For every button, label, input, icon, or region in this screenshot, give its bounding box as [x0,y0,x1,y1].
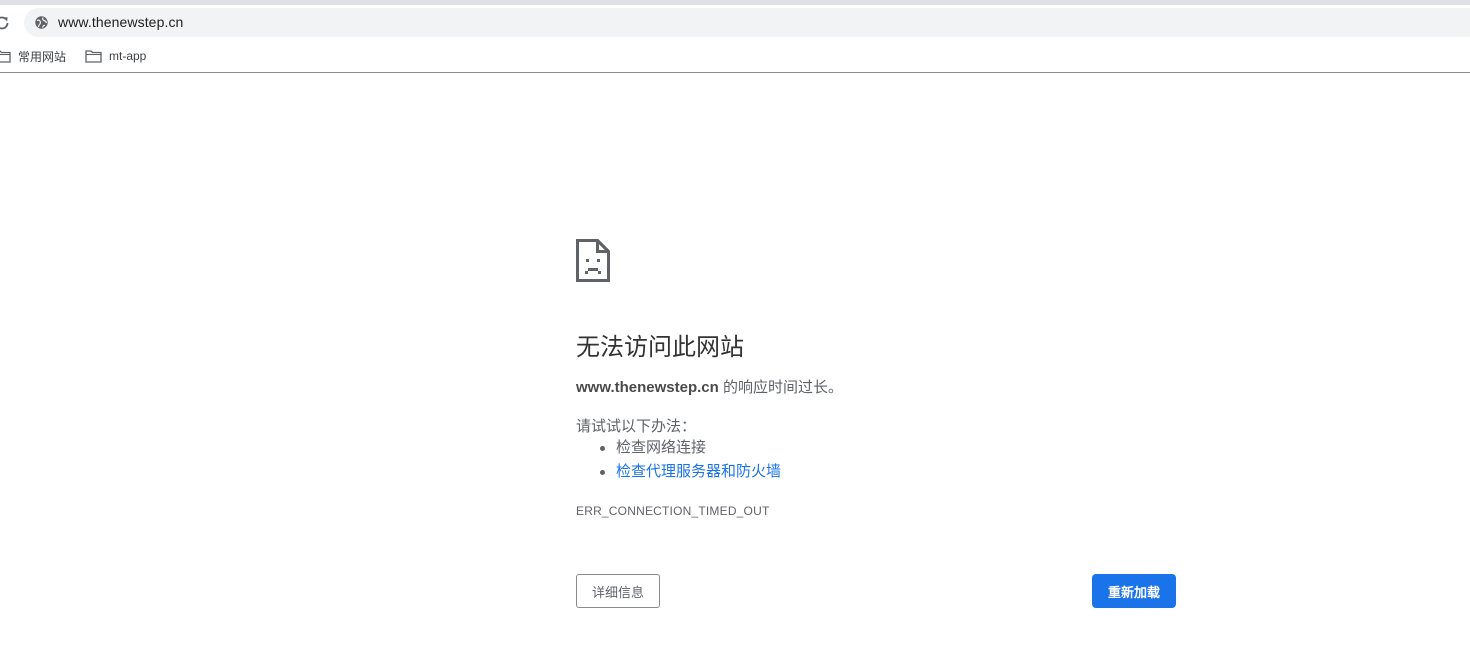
suggestion-text: 检查网络连接 [616,439,707,456]
reload-icon[interactable] [0,14,11,32]
globe-icon[interactable] [34,15,49,30]
folder-icon [0,50,11,63]
reload-button[interactable]: 重新加载 [1092,574,1176,608]
sad-page-icon [576,239,610,282]
error-code: ERR_CONNECTION_TIMED_OUT [576,504,770,518]
details-button[interactable]: 详细信息 [576,574,660,608]
bullet-icon [600,470,605,475]
suggestions-list: 检查网络连接 检查代理服务器和防火墙 [576,436,781,484]
error-title: 无法访问此网站 [576,334,744,361]
bookmark-folder-common-sites[interactable]: 常用网站 [0,46,66,66]
bookmarks-bar: 常用网站 mt-app [0,41,1470,73]
error-description-text: 的响应时间过长。 [718,379,843,396]
suggestions-heading: 请试试以下办法： [576,418,697,435]
suggestion-check-proxy[interactable]: 检查代理服务器和防火墙 [600,460,781,484]
suggestion-check-connection: 检查网络连接 [600,436,781,460]
url-text[interactable]: www.thenewstep.cn [58,14,183,30]
address-bar[interactable]: www.thenewstep.cn [24,8,1470,37]
browser-toolbar: www.thenewstep.cn [0,5,1470,41]
folder-icon [85,50,102,63]
error-description: www.thenewstep.cn 的响应时间过长。 [576,376,843,397]
bullet-icon [600,446,605,451]
error-host: www.thenewstep.cn [576,379,719,396]
bookmark-label: mt-app [109,49,147,63]
bookmark-folder-mt-app[interactable]: mt-app [85,46,146,66]
bookmark-label: 常用网站 [18,49,67,64]
proxy-firewall-link[interactable]: 检查代理服务器和防火墙 [616,463,781,480]
